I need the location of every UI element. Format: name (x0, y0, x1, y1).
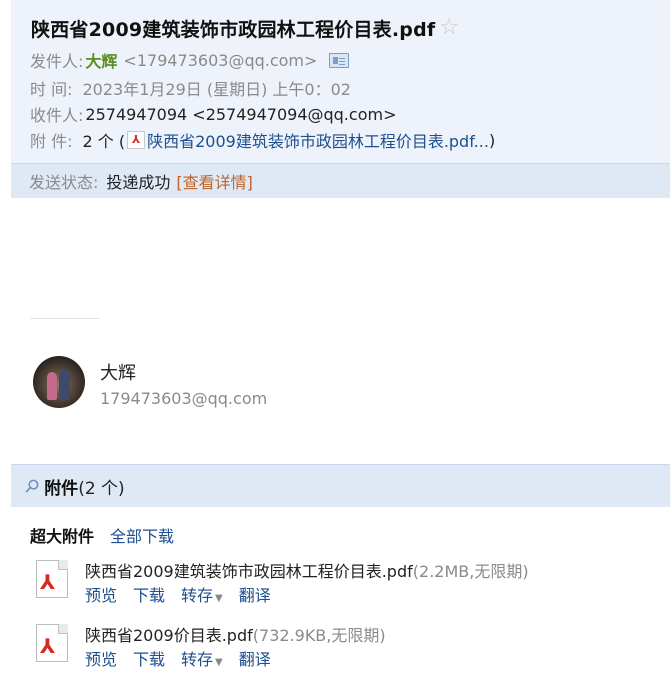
status-label: 发送状态: (29, 173, 99, 192)
attachment-name[interactable]: 陕西省2009价目表.pdf (85, 626, 253, 645)
mail-header: 陕西省2009建筑装饰市政园林工程价目表.pdf ☆ 发件人: 大辉 <1794… (11, 0, 670, 198)
attachment-item: ⅄ 陕西省2009建筑装饰市政园林工程价目表.pdf(2.2MB,无限期) 预览… (30, 556, 650, 608)
view-details-link[interactable]: [查看详情] (176, 169, 253, 193)
big-attachment-label: 超大附件 (30, 527, 95, 546)
save-to-label: 转存 (181, 650, 214, 669)
attachment-actions: 预览 下载 转存 ▼ 翻译 (85, 582, 271, 606)
attach-first-link[interactable]: 陕西省2009建筑装饰市政园林工程价目表.pdf... (147, 128, 489, 152)
star-outline-icon[interactable]: ☆ (439, 17, 459, 39)
attachment-name-line: 陕西省2009建筑装饰市政园林工程价目表.pdf(2.2MB,无限期) (85, 558, 529, 582)
signature-name: 大辉 (100, 363, 136, 384)
save-to-dropdown[interactable]: 转存 ▼ (181, 646, 223, 670)
save-to-label: 转存 (181, 586, 214, 605)
preview-link[interactable]: 预览 (85, 582, 117, 606)
pdf-file-icon[interactable]: ⅄ (32, 624, 70, 662)
attach-count: 2 个 ( (82, 132, 126, 151)
download-link[interactable]: 下载 (133, 646, 165, 670)
preview-link[interactable]: 预览 (85, 646, 117, 670)
attachment-name[interactable]: 陕西省2009建筑装饰市政园林工程价目表.pdf (85, 562, 413, 581)
paperclip-icon: ⚲ (19, 473, 44, 499)
translate-link[interactable]: 翻译 (239, 582, 271, 606)
sender-name[interactable]: 大辉 (85, 48, 117, 72)
attachments-header: ⚲ 附件 (2 个) (11, 464, 670, 507)
attachments-count: (2 个) (78, 478, 125, 499)
time-value: 2023年1月29日 (星期日) 上午0：02 (82, 80, 351, 99)
download-link[interactable]: 下载 (133, 582, 165, 606)
download-all-link[interactable]: 全部下载 (110, 523, 174, 547)
recipient[interactable]: 2574947094 <2574947094@qq.com> (85, 105, 396, 124)
big-attachment-row: 超大附件 全部下载 (30, 524, 174, 546)
signature-divider (30, 318, 100, 319)
from-label: 发件人: (30, 52, 84, 71)
save-to-dropdown[interactable]: 转存 ▼ (181, 582, 223, 606)
from-row: 发件人: 大辉 <179473603@qq.com> (30, 48, 350, 72)
avatar (33, 356, 85, 408)
attach-label: 附 件: (30, 132, 73, 151)
pdf-file-icon: ⅄ (127, 131, 146, 149)
attachment-name-line: 陕西省2009价目表.pdf(732.9KB,无限期) (85, 622, 386, 646)
chevron-down-icon: ▼ (215, 657, 223, 668)
status-value: 投递成功 (106, 173, 171, 192)
to-label: 收件人: (30, 106, 84, 125)
time-row: 时 间: 2023年1月29日 (星期日) 上午0：02 (30, 77, 351, 99)
delivery-status-bar: 发送状态: 投递成功 [查看详情] (11, 163, 670, 198)
attachment-item: ⅄ 陕西省2009价目表.pdf(732.9KB,无限期) 预览 下载 转存 ▼ … (30, 620, 650, 672)
chevron-down-icon: ▼ (215, 593, 223, 604)
mail-subject: 陕西省2009建筑装饰市政园林工程价目表.pdf (31, 18, 436, 41)
attach-row: 附 件: 2 个 ( ⅄ 陕西省2009建筑装饰市政园林工程价目表.pdf...… (30, 128, 496, 152)
pdf-file-icon[interactable]: ⅄ (32, 560, 70, 598)
translate-link[interactable]: 翻译 (239, 646, 271, 670)
signature-email: 179473603@qq.com (100, 389, 268, 408)
attachment-meta: (732.9KB,无限期) (252, 626, 386, 645)
to-row: 收件人: 2574947094 <2574947094@qq.com> (30, 103, 396, 126)
attachment-meta: (2.2MB,无限期) (412, 562, 529, 581)
contact-card-icon[interactable] (329, 52, 350, 68)
subject-row: 陕西省2009建筑装饰市政园林工程价目表.pdf ☆ (31, 14, 459, 42)
attach-close: ) (488, 130, 496, 150)
attachment-actions: 预览 下载 转存 ▼ 翻译 (85, 646, 271, 670)
time-label: 时 间: (30, 80, 73, 99)
attachments-title: 附件 (44, 478, 79, 499)
sender-email[interactable]: <179473603@qq.com> (123, 51, 317, 70)
